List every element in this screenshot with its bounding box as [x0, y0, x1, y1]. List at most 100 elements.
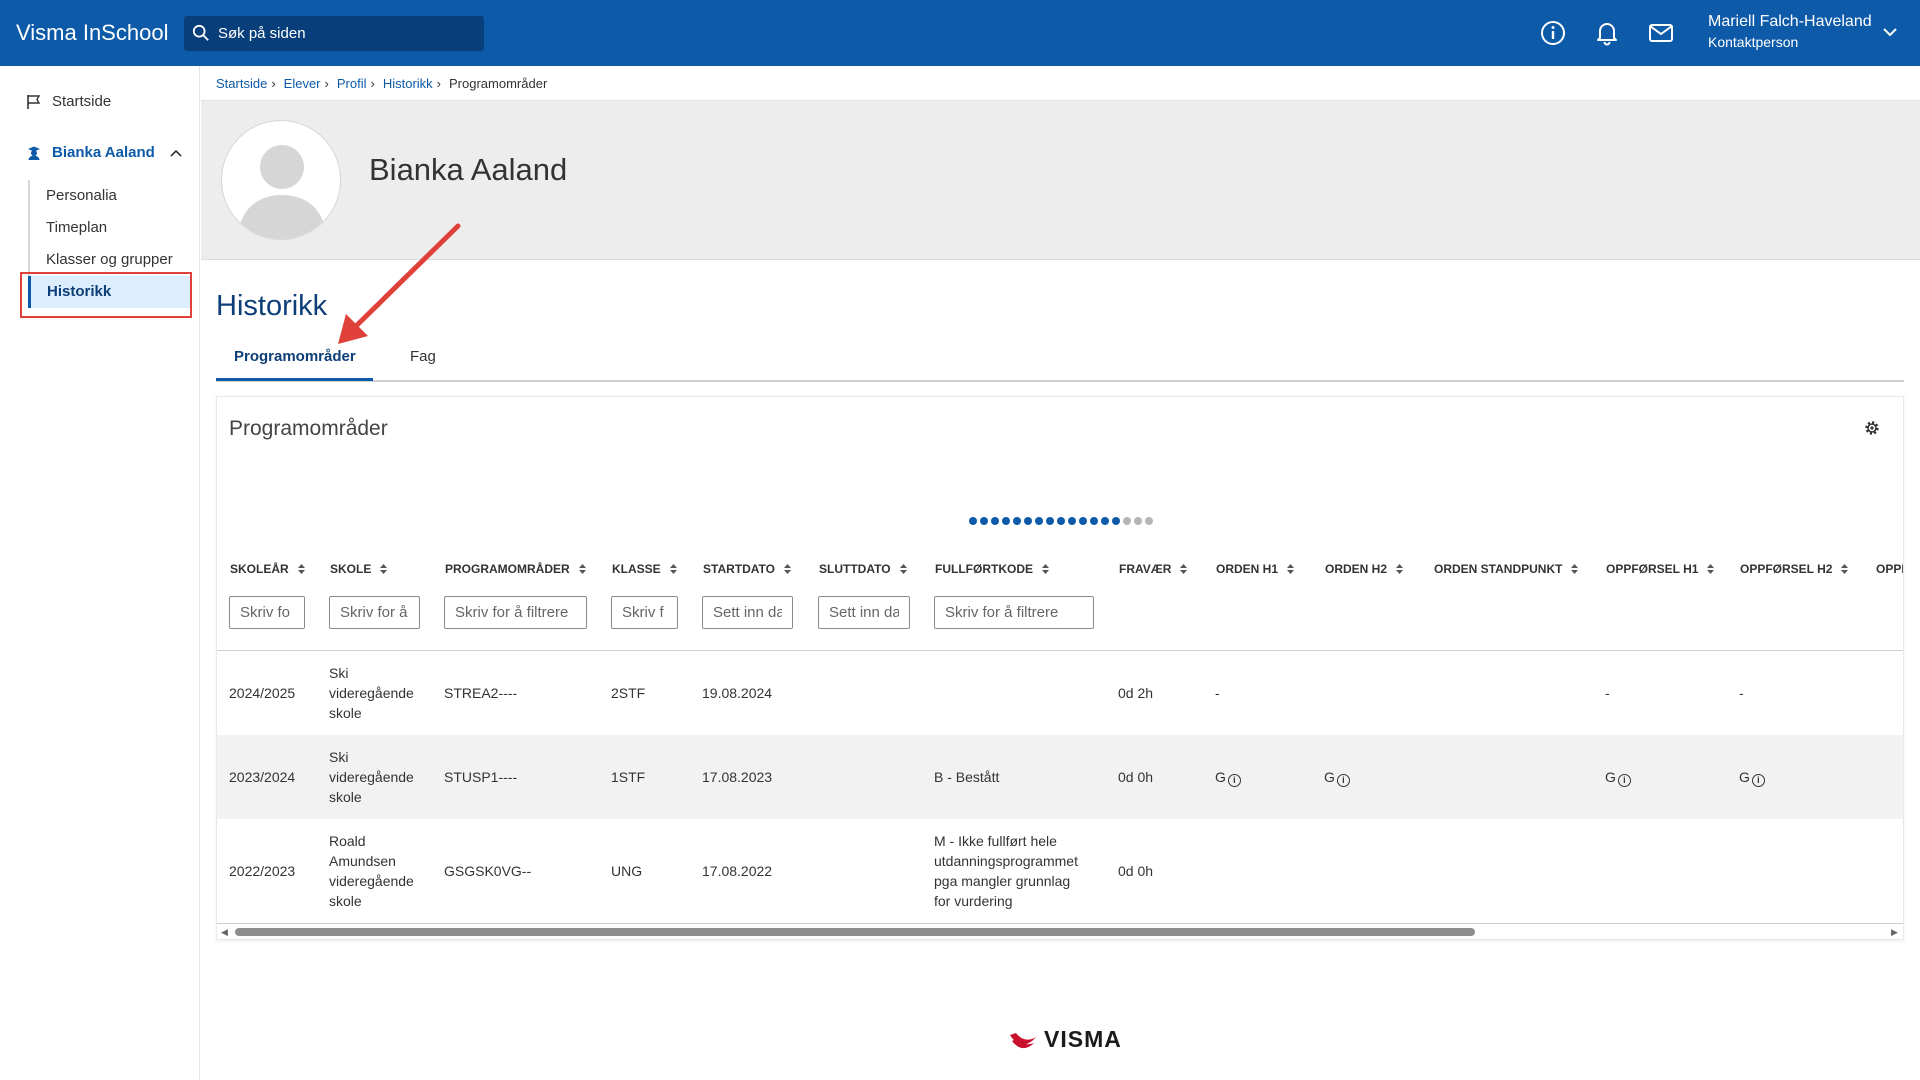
column-header-skole[interactable]: SKOLE — [330, 562, 388, 576]
column-header-fullfortkode[interactable]: FULLFØRTKODE — [935, 562, 1050, 576]
cell-orden-h2: Gi — [1324, 767, 1350, 787]
column-header-skolear[interactable]: SKOLEÅR — [230, 562, 306, 576]
chevron-right-icon: › — [324, 76, 329, 91]
sidebar-item-student[interactable]: Bianka Aaland — [26, 144, 183, 161]
cell-programomrader: STUSP1---- — [444, 769, 518, 785]
breadcrumb-startside[interactable]: Startside — [216, 76, 267, 91]
column-header-klasse[interactable]: KLASSE — [612, 562, 678, 576]
info-icon[interactable]: i — [1227, 774, 1241, 787]
table-row[interactable]: 2023/2024 Ski videregående skole STUSP1---… — [217, 735, 1903, 819]
top-bar: Visma InSchool Mariell Falch-Haveland Ko… — [0, 0, 1920, 66]
sort-icon[interactable] — [379, 563, 388, 575]
cell-oppforsel-h2: - — [1739, 685, 1744, 701]
programomrader-card: Programområder SKOLEÅR SKOLE PROGRAMOMRÅ… — [216, 396, 1904, 940]
filter-programomrader[interactable] — [444, 596, 587, 629]
sort-icon[interactable] — [669, 563, 678, 575]
sort-icon[interactable] — [783, 563, 792, 575]
cell-skolear: 2022/2023 — [229, 863, 296, 879]
user-menu[interactable]: Mariell Falch-Haveland Kontaktperson — [1708, 13, 1872, 50]
sidebar-item-label: Startside — [52, 93, 112, 110]
cell-programomrader: STREA2---- — [444, 685, 518, 701]
sort-icon[interactable] — [297, 563, 306, 575]
table-row[interactable]: 2022/2023 Roald Amundsen videregående skole… — [217, 819, 1903, 923]
cell-orden-h1: Gi — [1215, 767, 1241, 787]
sort-icon[interactable] — [1706, 563, 1715, 575]
column-header-oppf[interactable]: OPPF — [1876, 562, 1903, 576]
filter-klasse[interactable] — [611, 596, 678, 629]
scroll-left-icon[interactable]: ◀ — [221, 927, 228, 938]
sort-icon[interactable] — [1570, 563, 1579, 575]
sidebar-item-personalia[interactable]: Personalia — [30, 180, 192, 212]
table-row[interactable]: 2024/2025 Ski videregående skole STREA2---… — [217, 651, 1903, 735]
breadcrumb-profil[interactable]: Profil — [337, 76, 367, 91]
column-header-programomrader[interactable]: PROGRAMOMRÅDER — [445, 562, 587, 576]
sort-icon[interactable] — [899, 563, 908, 575]
annotation-arrow-icon — [338, 223, 461, 344]
bell-icon[interactable] — [1592, 18, 1622, 48]
student-icon — [28, 146, 40, 160]
filter-skole[interactable] — [329, 596, 420, 629]
search-icon — [192, 24, 209, 41]
cell-startdato: 17.08.2023 — [702, 769, 773, 785]
cell-skolear: 2024/2025 — [229, 685, 296, 701]
chevron-up-icon[interactable] — [169, 146, 183, 160]
sort-icon[interactable] — [1179, 563, 1188, 575]
filter-fullfortkode[interactable] — [934, 596, 1094, 629]
sort-icon[interactable] — [1395, 563, 1404, 575]
page-title: Historikk — [216, 290, 328, 322]
sort-icon[interactable] — [1041, 563, 1050, 575]
chevron-down-icon[interactable] — [1880, 22, 1900, 42]
column-header-orden-h1[interactable]: ORDEN H1 — [1216, 562, 1295, 576]
column-header-oppforsel-h1[interactable]: OPPFØRSEL H1 — [1606, 562, 1715, 576]
cell-skolear: 2023/2024 — [229, 769, 296, 785]
info-icon[interactable] — [1538, 18, 1568, 48]
filter-sluttdato[interactable] — [818, 596, 910, 629]
column-header-sluttdato[interactable]: SLUTTDATO — [819, 562, 908, 576]
sidebar-item-startside[interactable]: Startside — [26, 93, 111, 110]
gear-icon[interactable] — [1863, 419, 1881, 437]
sidebar-item-timeplan[interactable]: Timeplan — [30, 212, 192, 244]
column-header-oppforsel-h2[interactable]: OPPFØRSEL H2 — [1740, 562, 1849, 576]
cell-startdato: 17.08.2022 — [702, 863, 773, 879]
cell-fullfortkode: B - Bestått — [934, 769, 1000, 785]
cell-oppforsel-h1: - — [1605, 685, 1610, 701]
scroll-right-icon[interactable]: ▶ — [1891, 927, 1898, 938]
filter-skolear[interactable] — [229, 596, 305, 629]
info-icon[interactable]: i — [1617, 774, 1631, 787]
cell-fravaer: 0d 2h — [1118, 685, 1154, 701]
user-name: Mariell Falch-Haveland — [1708, 13, 1872, 30]
column-header-orden-standpunkt[interactable]: ORDEN STANDPUNKT — [1434, 562, 1579, 576]
column-header-fravaer[interactable]: FRAVÆR — [1119, 562, 1188, 576]
breadcrumb-historikk[interactable]: Historikk — [383, 76, 433, 91]
sort-icon[interactable] — [1840, 563, 1849, 575]
active-tab-indicator — [216, 378, 373, 381]
info-icon[interactable]: i — [1336, 774, 1350, 787]
horizontal-scrollbar[interactable]: ◀ ▶ — [217, 923, 1903, 939]
tab-fag[interactable]: Fag — [410, 348, 436, 365]
visma-logo: VISMA — [1008, 1026, 1122, 1053]
cell-fravaer: 0d 0h — [1118, 863, 1154, 879]
user-role: Kontaktperson — [1708, 34, 1799, 50]
sidebar: Startside Bianka Aaland Personalia Timep… — [0, 66, 200, 1080]
filter-startdato[interactable] — [702, 596, 793, 629]
cell-fravaer: 0d 0h — [1118, 769, 1154, 785]
search-input[interactable] — [218, 24, 468, 42]
sort-icon[interactable] — [578, 563, 587, 575]
cell-klasse: UNG — [611, 863, 643, 879]
cell-skole: Roald Amundsen videregående skole — [329, 833, 414, 909]
column-header-orden-h2[interactable]: ORDEN H2 — [1325, 562, 1404, 576]
tab-programomrader[interactable]: Programområder — [234, 348, 356, 365]
breadcrumb-elever[interactable]: Elever — [284, 76, 321, 91]
mail-icon[interactable] — [1646, 18, 1676, 48]
info-icon[interactable]: i — [1751, 774, 1765, 787]
column-header-startdato[interactable]: STARTDATO — [703, 562, 792, 576]
breadcrumb-current: Programområder — [449, 76, 548, 91]
cell-oppforsel-h1: Gi — [1605, 767, 1631, 787]
search-box[interactable] — [184, 15, 484, 51]
app-title[interactable]: Visma InSchool — [16, 20, 184, 46]
cell-startdato: 19.08.2024 — [702, 685, 773, 701]
sort-icon[interactable] — [1286, 563, 1295, 575]
person-placeholder-icon — [238, 145, 326, 239]
scrollbar-thumb[interactable] — [235, 928, 1475, 936]
cell-klasse: 2STF — [611, 685, 646, 701]
